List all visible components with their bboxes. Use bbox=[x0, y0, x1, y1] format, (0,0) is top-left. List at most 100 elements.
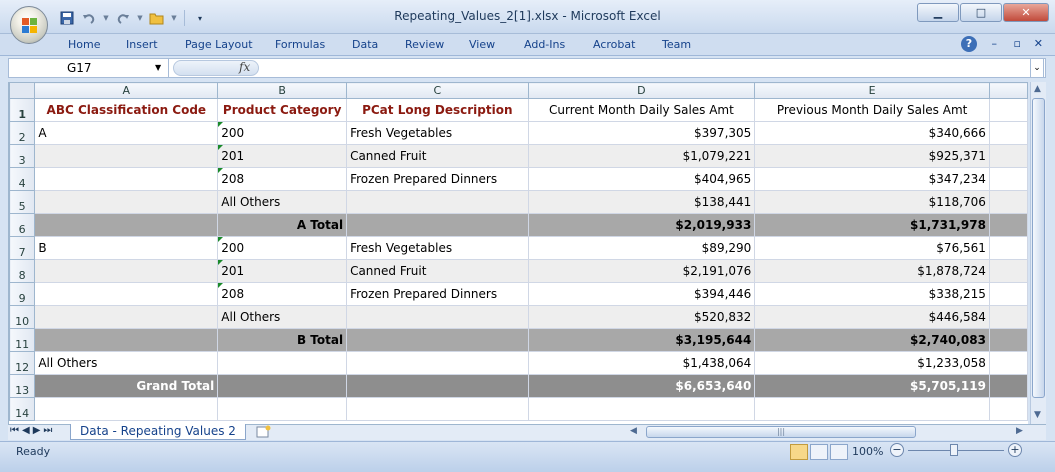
row-header[interactable]: 12 bbox=[9, 351, 36, 375]
help-icon[interactable]: ? bbox=[961, 36, 977, 52]
row-header[interactable]: 6 bbox=[9, 213, 36, 237]
page-layout-view-icon[interactable] bbox=[810, 444, 828, 460]
name-box-dropdown-icon[interactable]: ▼ bbox=[155, 63, 161, 72]
cell-a[interactable]: ABC Classification Code bbox=[34, 98, 219, 122]
cell-a[interactable] bbox=[34, 167, 219, 191]
horizontal-scrollbar[interactable]: ◀ ||| ▶ bbox=[626, 426, 1030, 439]
vertical-scrollbar[interactable]: ▲ ▼ bbox=[1030, 82, 1046, 424]
cell-c[interactable] bbox=[346, 374, 529, 398]
horizontal-scroll-thumb[interactable]: ||| bbox=[646, 426, 916, 438]
expand-formula-bar-icon[interactable]: ⌄ bbox=[1030, 58, 1044, 78]
minimize-button[interactable]: ▁ bbox=[917, 3, 959, 22]
cell-d[interactable]: $1,438,064 bbox=[527, 351, 756, 375]
column-header-d[interactable]: D bbox=[527, 82, 756, 99]
scroll-left-icon[interactable]: ◀ bbox=[630, 426, 637, 436]
tab-formulas[interactable]: Formulas bbox=[275, 38, 325, 51]
cell-e[interactable]: $118,706 bbox=[754, 190, 990, 214]
cell-d[interactable] bbox=[527, 397, 756, 421]
cell-a[interactable] bbox=[34, 190, 219, 214]
cell-b[interactable] bbox=[217, 397, 348, 421]
cell-d[interactable]: $404,965 bbox=[527, 167, 756, 191]
cell-e[interactable]: $2,740,083 bbox=[754, 328, 990, 352]
tab-page-layout[interactable]: Page Layout bbox=[185, 38, 253, 51]
cell-e[interactable] bbox=[754, 397, 990, 421]
cell-f[interactable] bbox=[988, 374, 1028, 398]
cell-c[interactable] bbox=[346, 397, 529, 421]
cell-a[interactable]: All Others bbox=[34, 351, 219, 375]
normal-view-icon[interactable] bbox=[790, 444, 808, 460]
cell-c[interactable]: Canned Fruit bbox=[346, 259, 529, 283]
cell-d[interactable]: $6,653,640 bbox=[527, 374, 756, 398]
cell-b[interactable]: 201 bbox=[217, 259, 348, 283]
cell-b[interactable]: All Others bbox=[217, 305, 348, 329]
tab-data[interactable]: Data bbox=[352, 38, 378, 51]
cell-e[interactable]: $5,705,119 bbox=[754, 374, 990, 398]
cell-b[interactable]: 200 bbox=[217, 121, 348, 145]
cell-a[interactable]: A bbox=[34, 121, 219, 145]
insert-sheet-icon[interactable] bbox=[256, 425, 272, 441]
cell-c[interactable] bbox=[346, 190, 529, 214]
name-box[interactable]: G17 bbox=[9, 59, 169, 77]
cell-e[interactable]: $446,584 bbox=[754, 305, 990, 329]
cell-c[interactable] bbox=[346, 328, 529, 352]
cell-e[interactable]: $1,878,724 bbox=[754, 259, 990, 283]
cell-a[interactable] bbox=[34, 144, 219, 168]
column-header-blank[interactable] bbox=[988, 82, 1028, 99]
insert-function-icon[interactable]: fx bbox=[239, 60, 250, 74]
tab-home[interactable]: Home bbox=[68, 38, 100, 51]
scroll-up-icon[interactable]: ▲ bbox=[1034, 84, 1041, 94]
column-header-b[interactable]: B bbox=[217, 82, 348, 99]
cell-e[interactable]: $340,666 bbox=[754, 121, 990, 145]
cell-d[interactable]: $2,191,076 bbox=[527, 259, 756, 283]
cell-c[interactable] bbox=[346, 351, 529, 375]
tab-insert[interactable]: Insert bbox=[126, 38, 158, 51]
column-header-e[interactable]: E bbox=[754, 82, 990, 99]
column-header-c[interactable]: C bbox=[346, 82, 529, 99]
cell-d[interactable]: Current Month Daily Sales Amt bbox=[527, 98, 756, 122]
cell-c[interactable]: Canned Fruit bbox=[346, 144, 529, 168]
cell-c[interactable]: PCat Long Description bbox=[346, 98, 529, 122]
cell-c[interactable]: Fresh Vegetables bbox=[346, 236, 529, 260]
row-header[interactable]: 1 bbox=[9, 98, 36, 122]
cell-d[interactable]: $1,079,221 bbox=[527, 144, 756, 168]
tab-team[interactable]: Team bbox=[662, 38, 691, 51]
formula-input[interactable] bbox=[259, 59, 1029, 77]
cell-b[interactable]: Product Category bbox=[217, 98, 348, 122]
cell-e[interactable]: $76,561 bbox=[754, 236, 990, 260]
row-header[interactable]: 10 bbox=[9, 305, 36, 329]
cell-b[interactable]: 201 bbox=[217, 144, 348, 168]
cell-f[interactable] bbox=[988, 282, 1028, 306]
cell-b[interactable]: All Others bbox=[217, 190, 348, 214]
scroll-right-icon[interactable]: ▶ bbox=[1016, 426, 1023, 436]
ribbon-restore-icon[interactable]: ▫ bbox=[1014, 37, 1021, 50]
zoom-slider-thumb[interactable] bbox=[950, 444, 958, 456]
cell-c[interactable]: Frozen Prepared Dinners bbox=[346, 167, 529, 191]
cell-d[interactable]: $520,832 bbox=[527, 305, 756, 329]
cell-d[interactable]: $394,446 bbox=[527, 282, 756, 306]
row-header[interactable]: 7 bbox=[9, 236, 36, 260]
cell-e[interactable]: $925,371 bbox=[754, 144, 990, 168]
cell-d[interactable]: $138,441 bbox=[527, 190, 756, 214]
cell-f[interactable] bbox=[988, 259, 1028, 283]
zoom-level[interactable]: 100% bbox=[852, 445, 883, 458]
ribbon-close-icon[interactable]: ✕ bbox=[1034, 37, 1043, 50]
cell-c[interactable]: Frozen Prepared Dinners bbox=[346, 282, 529, 306]
row-header[interactable]: 9 bbox=[9, 282, 36, 306]
row-header[interactable]: 4 bbox=[9, 167, 36, 191]
scroll-down-icon[interactable]: ▼ bbox=[1034, 410, 1041, 420]
cell-d[interactable]: $89,290 bbox=[527, 236, 756, 260]
tab-acrobat[interactable]: Acrobat bbox=[593, 38, 635, 51]
tab-view[interactable]: View bbox=[469, 38, 495, 51]
cell-b[interactable]: B Total bbox=[217, 328, 348, 352]
cell-c[interactable] bbox=[346, 305, 529, 329]
column-header-a[interactable]: A bbox=[34, 82, 219, 99]
cell-f[interactable] bbox=[988, 351, 1028, 375]
sheet-tab-active[interactable]: Data - Repeating Values 2 bbox=[70, 424, 246, 440]
cell-a[interactable] bbox=[34, 397, 219, 421]
cell-e[interactable]: Previous Month Daily Sales Amt bbox=[754, 98, 990, 122]
cell-a[interactable] bbox=[34, 259, 219, 283]
cell-a[interactable]: B bbox=[34, 236, 219, 260]
cell-c[interactable]: Fresh Vegetables bbox=[346, 121, 529, 145]
cell-f[interactable] bbox=[988, 144, 1028, 168]
cell-e[interactable]: $338,215 bbox=[754, 282, 990, 306]
